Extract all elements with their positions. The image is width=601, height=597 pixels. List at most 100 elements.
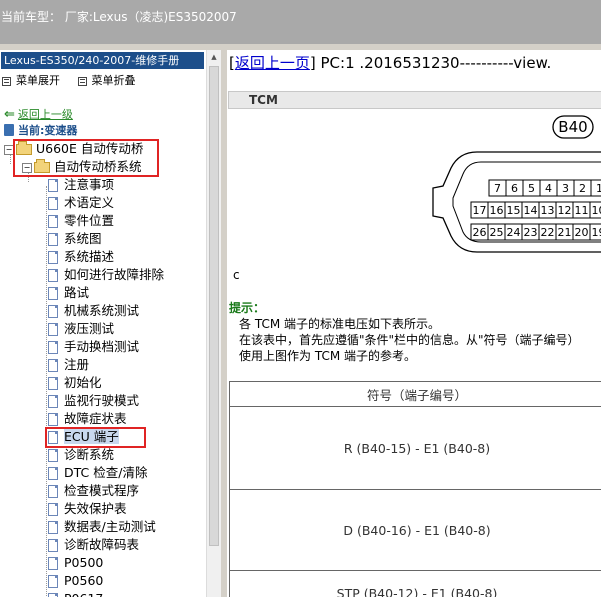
tree-item[interactable]: 检查模式程序 <box>48 482 139 500</box>
menu-toolbar: 菜单展开 菜单折叠 <box>2 72 150 88</box>
hint-line: 使用上图作为 TCM 端子的参考。 <box>239 349 416 363</box>
pin-number: 24 <box>507 226 521 239</box>
pin-number: 26 <box>473 226 487 239</box>
figure-code: c <box>233 268 240 282</box>
document-icon <box>48 377 58 390</box>
pin-number: 14 <box>524 204 538 217</box>
content-pane: [返回上一页] PC:1 .2016531230----------view. … <box>227 50 601 597</box>
document-icon <box>48 449 58 462</box>
tree-item-label: 路试 <box>64 285 90 300</box>
tree-item[interactable]: P0560 <box>48 572 103 590</box>
page-code: ] PC:1 .2016531230----------view. <box>309 54 552 72</box>
highlight-box <box>13 139 159 177</box>
tree-item-label: 注册 <box>64 357 90 372</box>
tree-item[interactable]: 零件位置 <box>48 212 114 230</box>
hint-line: 在该表中，首先应遵循"条件"栏中的信息。从"符号（端子编号） <box>239 333 580 347</box>
table-header: 符号（端子编号） <box>229 381 601 407</box>
tree-item[interactable]: 注册 <box>48 356 89 374</box>
tree-item[interactable]: 系统图 <box>48 230 102 248</box>
tree-item[interactable]: 监视行驶模式 <box>48 392 139 410</box>
pin-number: 3 <box>562 182 569 195</box>
scroll-up-icon[interactable]: ▲ <box>207 50 221 65</box>
tree-item-label: 如何进行故障排除 <box>64 267 165 282</box>
pin-number: 22 <box>541 226 555 239</box>
tree-item[interactable]: 手动换档测试 <box>48 338 139 356</box>
navigation-pane: Lexus-ES350/240-2007-维修手册 菜单展开 菜单折叠 ⇐ 返回上… <box>0 50 206 597</box>
current-location-label: 当前:变速器 <box>18 124 78 137</box>
tree-item[interactable]: 术语定义 <box>48 194 114 212</box>
terminal-voltage-table: 符号（端子编号） R (B40-15) - E1 (B40-8) D (B40-… <box>229 381 601 597</box>
document-icon <box>48 557 58 570</box>
pin-number: 10 <box>592 204 601 217</box>
document-icon <box>48 215 58 228</box>
back-previous-page-link[interactable]: 返回上一页 <box>235 54 310 72</box>
table-cell: D (B40-16) - E1 (B40-8) <box>229 489 601 571</box>
hint-title: 提示： <box>229 301 266 315</box>
document-icon <box>48 233 58 246</box>
collapse-icon <box>77 76 87 86</box>
tree-item[interactable]: 机械系统测试 <box>48 302 139 320</box>
document-icon <box>48 305 58 318</box>
tree-item-label: 失效保护表 <box>64 501 127 516</box>
pin-number: 4 <box>545 182 552 195</box>
tree-item-label: 术语定义 <box>64 195 115 210</box>
tree-item[interactable]: 失效保护表 <box>48 500 127 518</box>
tree-item[interactable]: 故障症状表 <box>48 410 127 428</box>
nav-scrollbar[interactable]: ▲ <box>206 50 221 597</box>
document-icon <box>48 413 58 426</box>
back-arrow-icon: ⇐ <box>4 107 15 122</box>
tree-item[interactable]: 诊断故障码表 <box>48 536 139 554</box>
pin-number: 5 <box>528 182 535 195</box>
tree-item-label: 系统图 <box>64 231 102 246</box>
tree-item[interactable]: 如何进行故障排除 <box>48 266 164 284</box>
tree-item[interactable]: P0617 <box>48 590 103 597</box>
book-icon <box>4 124 14 136</box>
tree-item-label: 诊断故障码表 <box>64 537 140 552</box>
tree-item-label: 监视行驶模式 <box>64 393 140 408</box>
tree-item[interactable]: 注意事项 <box>48 176 114 194</box>
expand-menu-button[interactable]: 菜单展开 <box>2 74 74 87</box>
table-cell: R (B40-15) - E1 (B40-8) <box>229 406 601 490</box>
tree-item[interactable]: 初始化 <box>48 374 102 392</box>
window-title: 当前车型： 厂家:Lexus（凌志)ES3502007 <box>1 10 237 24</box>
document-icon <box>48 485 58 498</box>
tree-item[interactable]: DTC 检查/清除 <box>48 464 147 482</box>
pin-number: 2 <box>579 182 586 195</box>
tree-item[interactable]: 路试 <box>48 284 89 302</box>
document-icon <box>48 197 58 210</box>
section-header: TCM <box>228 91 601 109</box>
tree-item-label: P0560 <box>64 573 104 588</box>
tree-item-label: 系统描述 <box>64 249 115 264</box>
collapse-menu-button[interactable]: 菜单折叠 <box>77 74 150 87</box>
document-icon <box>48 179 58 192</box>
document-icon <box>48 251 58 264</box>
tree-item[interactable]: 诊断系统 <box>48 446 114 464</box>
manual-title: Lexus-ES350/240-2007-维修手册 <box>1 52 204 69</box>
pin-number: 12 <box>558 204 572 217</box>
tree-item-label: 注意事项 <box>64 177 115 192</box>
document-icon <box>48 539 58 552</box>
back-up-level-link[interactable]: ⇐ 返回上一级 <box>4 106 73 122</box>
tree-item[interactable]: 系统描述 <box>48 248 114 266</box>
document-icon <box>48 503 58 516</box>
tree-item[interactable]: 数据表/主动测试 <box>48 518 156 536</box>
tree-item-label: 初始化 <box>64 375 102 390</box>
scroll-thumb[interactable] <box>209 66 219 546</box>
tree-item-label: P0500 <box>64 555 104 570</box>
back-up-level-label[interactable]: 返回上一级 <box>18 108 73 121</box>
pin-number: 7 <box>494 182 501 195</box>
document-icon <box>48 575 58 588</box>
pin-number: 11 <box>575 204 589 217</box>
connector-id-label: B40 <box>558 118 587 136</box>
tree-item[interactable]: 液压测试 <box>48 320 114 338</box>
connector-pins: 765432117161514131211102625242322212019 <box>470 179 601 241</box>
expand-icon <box>2 76 11 86</box>
highlight-box <box>45 427 146 448</box>
pin-number: 1 <box>596 182 601 195</box>
tree-guide-line <box>46 186 47 597</box>
pin-number: 16 <box>490 204 504 217</box>
tree-item-label: 数据表/主动测试 <box>64 519 156 534</box>
tree-item-label: 故障症状表 <box>64 411 127 426</box>
tree-item[interactable]: P0500 <box>48 554 103 572</box>
document-icon <box>48 467 58 480</box>
